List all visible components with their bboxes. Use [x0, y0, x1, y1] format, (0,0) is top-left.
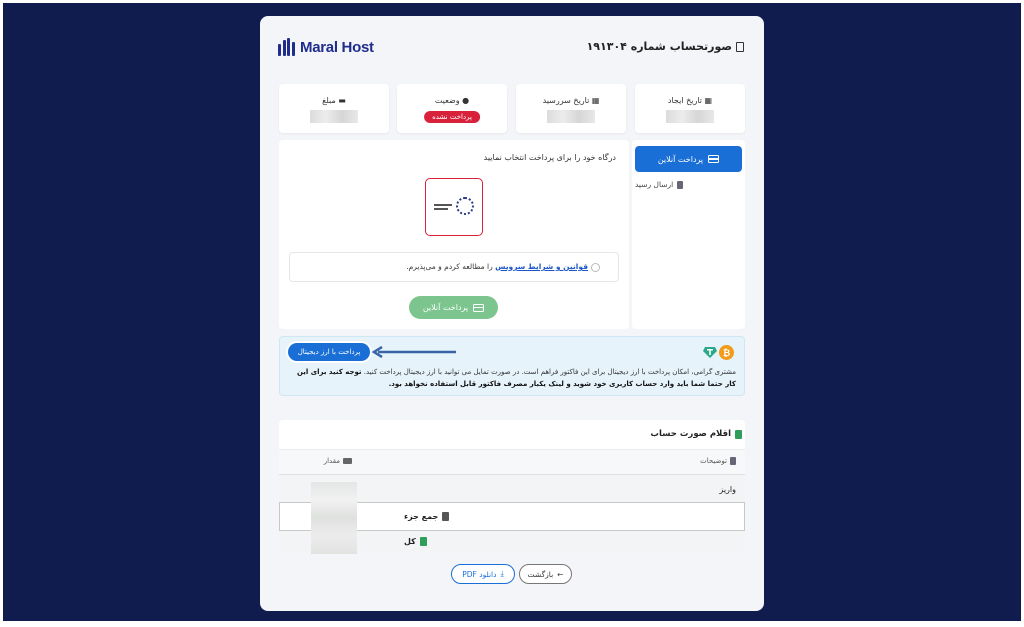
col-description-header: توضیحات [700, 457, 736, 465]
arrow-left-icon: ← [557, 569, 564, 579]
arrow-left-icon [371, 346, 456, 358]
due-date-value-blurred [547, 110, 595, 123]
calculator-icon [442, 512, 450, 521]
amount-label: ▬ مبلغ [322, 96, 346, 105]
invoice-title: صورتحساب شماره ۱۹۱۳۰۴ [587, 40, 744, 53]
row-total: کل [404, 537, 427, 546]
tether-icon [703, 347, 717, 358]
tab-online-label: پرداخت آنلاین [657, 154, 704, 164]
created-date-label: ▦ تاریخ ایجاد [667, 96, 713, 105]
bitcoin-icon: ₿ [719, 345, 734, 360]
terms-checkbox[interactable] [591, 263, 600, 272]
credit-card-icon [708, 155, 720, 163]
download-pdf-label: دانلود PDF [462, 569, 497, 579]
file-icon [677, 180, 684, 189]
download-icon: ⤓ [500, 569, 504, 578]
payment-gateway-option[interactable] [425, 178, 483, 236]
due-date-box: ▦ تاریخ سررسید [516, 84, 626, 133]
invoice-card: صورتحساب شماره ۱۹۱۳۰۴ Maral Host ▦ تاریخ… [260, 16, 764, 611]
col-amount-header: مقدار [324, 457, 352, 465]
tab-online-payment[interactable]: پرداخت آنلاین [635, 146, 742, 172]
gateway-panel-title: درگاه خود را برای پرداخت انتخاب نمایید [483, 153, 616, 162]
row-subtotal-label: جمع جزء [404, 512, 439, 521]
back-button[interactable]: ← بازگشت [519, 564, 572, 584]
gateway-logo-icon [434, 197, 474, 217]
due-date-label: ▦ تاریخ سررسید [542, 96, 600, 105]
credit-card-icon [473, 303, 485, 312]
calculator-icon [735, 429, 742, 439]
amount-box: ▬ مبلغ [279, 84, 389, 133]
created-date-value-blurred [666, 110, 714, 123]
col-description-label: توضیحات [700, 457, 727, 465]
crypto-text-normal: مشتری گرامی، امکان پرداخت با ارز دیجیتال… [361, 368, 736, 376]
items-title: اقلام صورت حساب [650, 429, 742, 439]
logo-text: Maral Host [300, 38, 374, 56]
maral-host-logo[interactable]: Maral Host [278, 38, 374, 56]
col-amount-label: مقدار [323, 457, 340, 465]
crypto-pay-button[interactable]: پرداخت با ارز دیجیتال [288, 343, 370, 361]
amount-column-blurred [311, 482, 357, 554]
status-box: ● وضعیت پرداخت نشده [397, 84, 507, 133]
terms-rest-text: را مطالعه کردم و می‌پذیرم. [406, 262, 496, 271]
created-date-box: ▦ تاریخ ایجاد [635, 84, 745, 133]
back-button-label: بازگشت [527, 569, 554, 579]
invoice-doc-icon [736, 41, 744, 52]
row-deposit-label: واریز [719, 485, 736, 494]
amount-value-blurred [310, 110, 358, 123]
status-badge: پرداخت نشده [424, 111, 480, 123]
crypto-notice-text: مشتری گرامی، امکان پرداخت با ارز دیجیتال… [290, 366, 736, 390]
online-pay-label: پرداخت آنلاین [422, 303, 469, 312]
tab-send-receipt[interactable]: ارسال رسید [635, 180, 735, 189]
invoice-title-text: صورتحساب شماره ۱۹۱۳۰۴ [586, 40, 732, 53]
items-title-text: اقلام صورت حساب [650, 429, 731, 439]
terms-link[interactable]: قوانین و شرایط سرویس [495, 262, 588, 271]
terms-agreement: قوانین و شرایط سرویس را مطالعه کردم و می… [289, 252, 619, 282]
money-icon [343, 458, 352, 464]
tab-receipt-label: ارسال رسید [635, 180, 674, 189]
download-pdf-button[interactable]: ⤓ دانلود PDF [451, 564, 515, 584]
row-subtotal: جمع جزء [404, 512, 450, 521]
logo-mark-icon [278, 38, 296, 56]
online-pay-button[interactable]: پرداخت آنلاین [409, 296, 498, 319]
terms-text: قوانین و شرایط سرویس را مطالعه کردم و می… [406, 262, 588, 271]
row-total-label: کل [404, 537, 416, 546]
calculator-icon [419, 537, 427, 546]
file-icon [730, 457, 736, 465]
status-label: ● وضعیت [434, 96, 470, 105]
